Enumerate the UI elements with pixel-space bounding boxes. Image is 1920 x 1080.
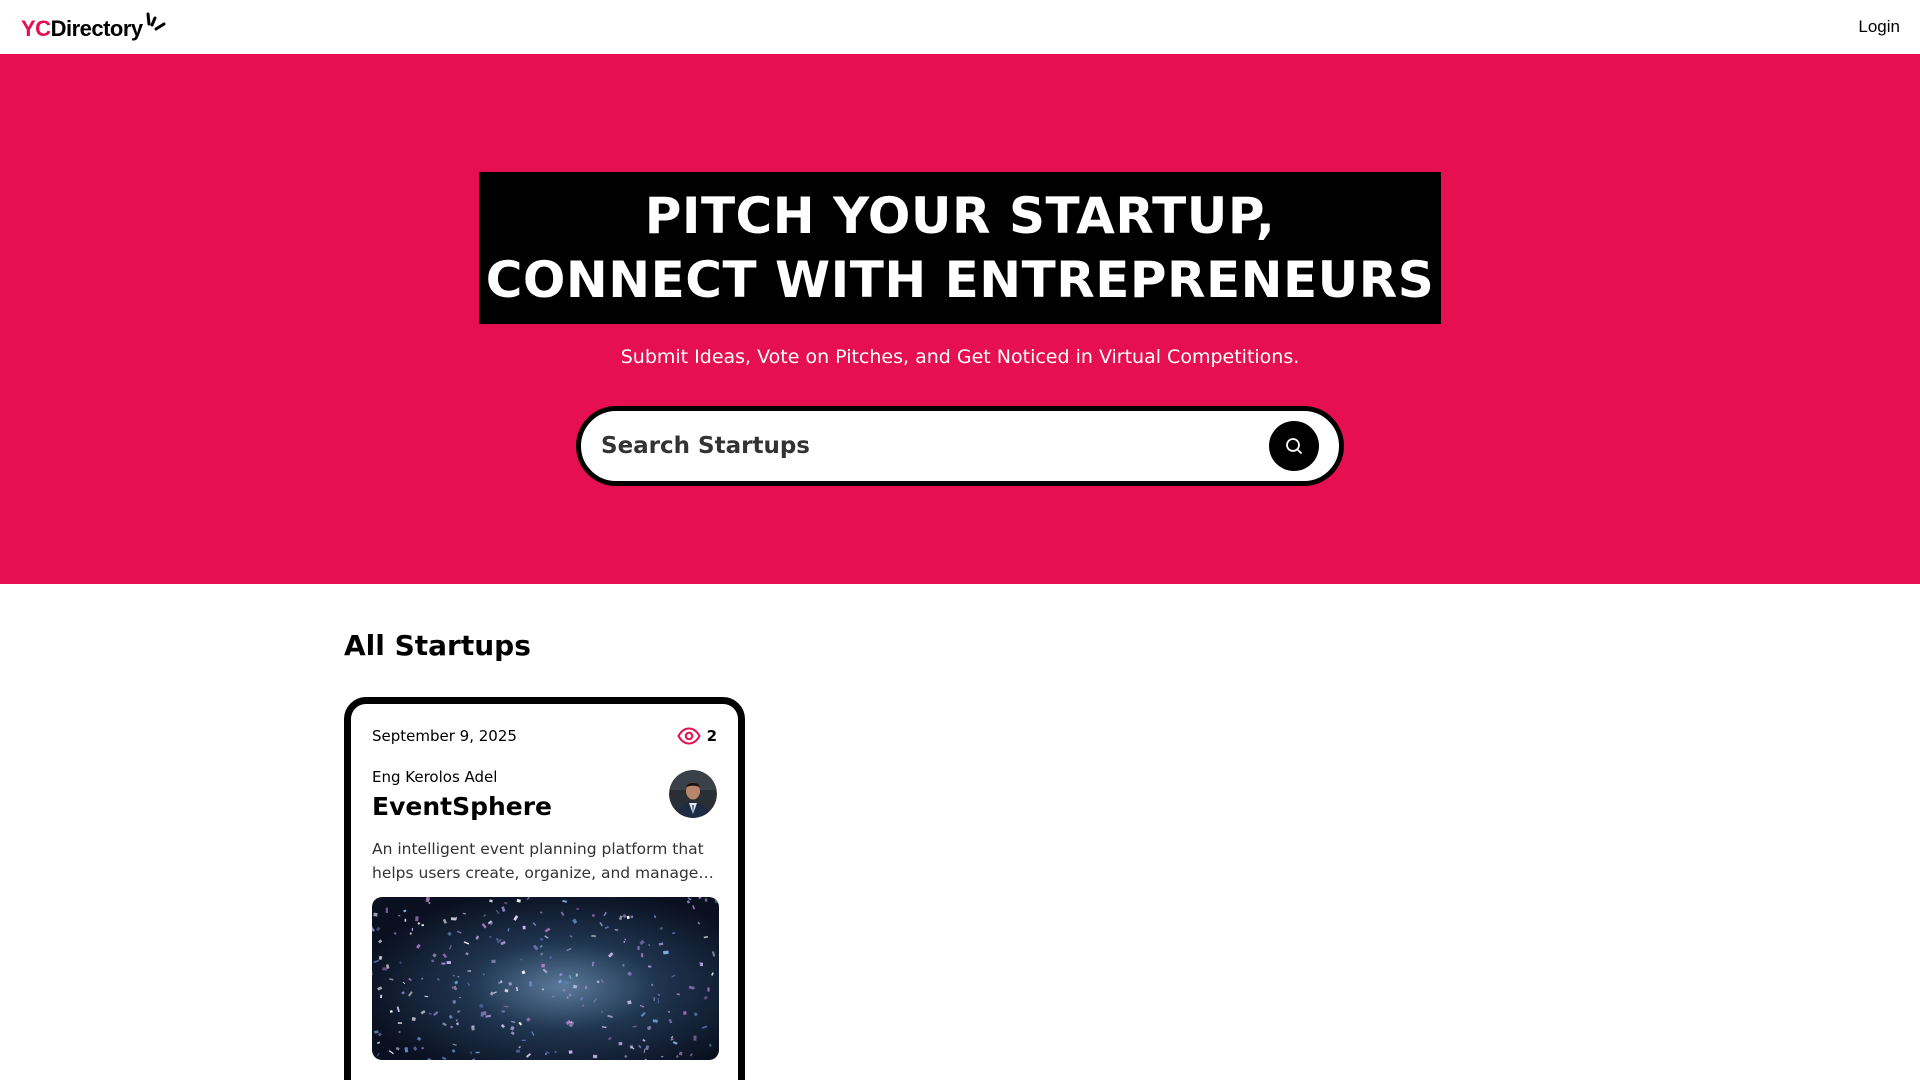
confetti-piece bbox=[618, 1042, 623, 1046]
confetti-piece bbox=[622, 964, 625, 967]
search-input[interactable] bbox=[601, 433, 1269, 459]
avatar-image bbox=[669, 770, 717, 818]
confetti-piece bbox=[411, 927, 414, 931]
confetti-piece bbox=[479, 1004, 484, 1008]
confetti-piece bbox=[520, 958, 523, 961]
hero-heading-line-1: PITCH YOUR STARTUP, bbox=[644, 187, 1276, 245]
confetti-piece bbox=[488, 936, 492, 938]
confetti-piece bbox=[446, 961, 451, 964]
eye-icon bbox=[676, 727, 701, 745]
confetti-piece bbox=[467, 970, 472, 972]
confetti-piece bbox=[704, 898, 708, 902]
confetti-piece bbox=[541, 963, 545, 968]
confetti-piece bbox=[637, 945, 640, 950]
confetti-piece bbox=[585, 985, 588, 990]
confetti-piece bbox=[522, 925, 526, 930]
confetti-piece bbox=[592, 1054, 598, 1059]
hero-heading-line-2: CONNECT WITH ENTREPRENEURS bbox=[485, 251, 1435, 309]
confetti-piece bbox=[661, 1055, 664, 1058]
confetti-piece bbox=[411, 1017, 416, 1022]
logo-suffix: Directory bbox=[50, 16, 144, 41]
card-date: September 9, 2025 bbox=[372, 727, 517, 745]
startup-card: September 9, 2025 2 Eng Kerolos Adel Eve… bbox=[344, 697, 745, 1080]
confetti-piece bbox=[667, 1011, 670, 1013]
card-header: September 9, 2025 2 bbox=[372, 726, 717, 746]
confetti-piece bbox=[421, 1047, 424, 1050]
confetti-piece bbox=[545, 1053, 547, 1056]
confetti-piece bbox=[693, 1035, 697, 1041]
confetti-piece bbox=[373, 912, 378, 917]
confetti-piece bbox=[431, 959, 435, 963]
confetti-piece bbox=[483, 1011, 487, 1015]
confetti-piece bbox=[652, 1019, 658, 1023]
confetti-piece bbox=[562, 989, 566, 992]
confetti-piece bbox=[683, 1011, 687, 1015]
confetti-piece bbox=[415, 916, 419, 922]
confetti-piece bbox=[630, 915, 634, 919]
confetti-piece bbox=[521, 1039, 527, 1041]
confetti-piece bbox=[575, 973, 578, 977]
search-form bbox=[576, 406, 1344, 486]
card-meta: Eng Kerolos Adel EventSphere bbox=[372, 768, 717, 821]
hero-section: PITCH YOUR STARTUP, CONNECT WITH ENTREPR… bbox=[0, 54, 1920, 584]
confetti-piece bbox=[641, 953, 644, 958]
hero-subtitle: Submit Ideas, Vote on Pitches, and Get N… bbox=[620, 346, 1300, 368]
search-icon bbox=[1286, 438, 1302, 454]
confetti-piece bbox=[441, 962, 446, 965]
confetti-piece bbox=[397, 1022, 402, 1024]
confetti-piece bbox=[382, 967, 387, 971]
search-button[interactable] bbox=[1269, 421, 1319, 471]
confetti-image bbox=[372, 897, 719, 1060]
confetti-piece bbox=[380, 994, 383, 999]
card-image[interactable] bbox=[372, 897, 719, 1060]
confetti-piece bbox=[404, 918, 407, 922]
confetti-piece bbox=[576, 908, 579, 910]
confetti-piece bbox=[480, 1011, 485, 1017]
section-title: All Startups bbox=[344, 629, 531, 662]
hero-heading: PITCH YOUR STARTUP, CONNECT WITH ENTREPR… bbox=[479, 172, 1441, 324]
card-meta-text: Eng Kerolos Adel EventSphere bbox=[372, 768, 552, 821]
confetti-piece bbox=[707, 987, 710, 992]
card-author[interactable]: Eng Kerolos Adel bbox=[372, 768, 552, 786]
confetti-piece bbox=[491, 959, 496, 964]
confetti-piece bbox=[714, 899, 719, 903]
confetti-piece bbox=[450, 917, 457, 921]
card-description: An intelligent event planning platform t… bbox=[372, 840, 704, 882]
confetti-piece bbox=[471, 1026, 475, 1031]
confetti-piece bbox=[501, 1010, 505, 1013]
site-logo[interactable]: YC Directory bbox=[21, 12, 168, 42]
confetti-piece bbox=[504, 901, 508, 905]
confetti-piece bbox=[592, 914, 595, 917]
confetti-piece bbox=[647, 965, 652, 968]
confetti-piece bbox=[385, 907, 388, 914]
spark-icon bbox=[146, 12, 166, 31]
author-avatar[interactable] bbox=[669, 770, 717, 818]
card-views: 2 bbox=[676, 727, 717, 745]
confetti-piece bbox=[566, 996, 569, 999]
confetti-piece bbox=[421, 924, 424, 927]
login-link[interactable]: Login bbox=[1858, 17, 1900, 37]
confetti-piece bbox=[591, 934, 596, 938]
views-count: 2 bbox=[706, 727, 717, 745]
navbar: YC Directory Login bbox=[0, 0, 1920, 54]
card-title[interactable]: EventSphere bbox=[372, 792, 552, 821]
confetti-piece bbox=[582, 1004, 585, 1007]
confetti-piece bbox=[568, 1050, 573, 1054]
logo-prefix: YC bbox=[21, 16, 51, 41]
confetti-piece bbox=[475, 1051, 480, 1054]
